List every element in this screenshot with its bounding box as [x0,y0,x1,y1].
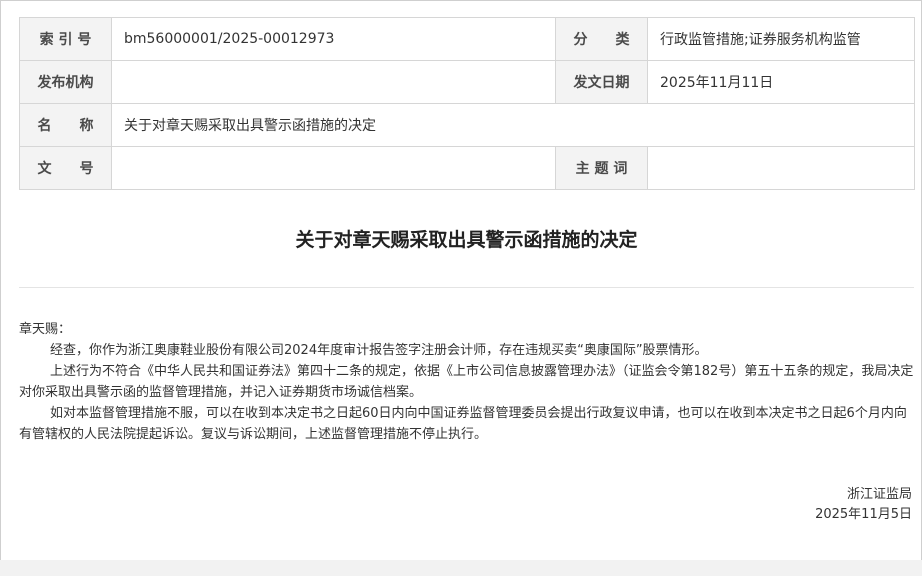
doc-no-label: 文 号 [19,146,112,190]
salutation: 章天赐： [19,322,72,337]
meta-row-issuer: 发布机构 发文日期 2025年11月11日 [19,60,915,104]
index-no-label: 索 引 号 [19,17,112,61]
category-label: 分 类 [555,17,648,61]
signature-block: 浙江证监局 2025年11月5日 [815,485,912,525]
meta-row-docno: 文 号 主 题 词 [19,146,915,190]
page-frame: 索 引 号 bm56000001/2025-00012973 分 类 行政监管措… [0,0,922,576]
meta-row-index: 索 引 号 bm56000001/2025-00012973 分 类 行政监管措… [19,17,915,61]
body-paragraph: 如对本监督管理措施不服，可以在收到本决定书之日起60日内向中国证券监督管理委员会… [19,406,907,442]
keyword-value [647,146,915,190]
index-no-value: bm56000001/2025-00012973 [111,17,556,61]
signature-date: 2025年11月5日 [815,507,912,522]
issuing-authority: 浙江证监局 [846,487,912,502]
issuer-value [111,60,556,104]
category-value: 行政监管措施;证券服务机构监管 [647,17,915,61]
bottom-bar [0,560,922,576]
body-paragraph: 上述行为不符合《中华人民共和国证券法》第四十二条的规定，依据《上市公司信息披露管… [19,364,914,400]
title-divider [19,287,914,288]
issuer-label: 发布机构 [19,60,112,104]
document-title: 关于对章天赐采取出具警示函措施的决定 [295,229,638,251]
keyword-label: 主 题 词 [555,146,648,190]
date-value: 2025年11月11日 [647,60,915,104]
name-value: 关于对章天赐采取出具警示函措施的决定 [111,103,915,147]
meta-row-name: 名 称 关于对章天赐采取出具警示函措施的决定 [19,103,915,147]
body-paragraph: 经查，你作为浙江奥康鞋业股份有限公司2024年度审计报告签字注册会计师，存在违规… [50,343,708,358]
document-body: 章天赐： 经查，你作为浙江奥康鞋业股份有限公司2024年度审计报告签字注册会计师… [19,319,914,445]
name-label: 名 称 [19,103,112,147]
doc-no-value [111,146,556,190]
document-metadata-table: 索 引 号 bm56000001/2025-00012973 分 类 行政监管措… [19,17,915,190]
date-label: 发文日期 [555,60,648,104]
